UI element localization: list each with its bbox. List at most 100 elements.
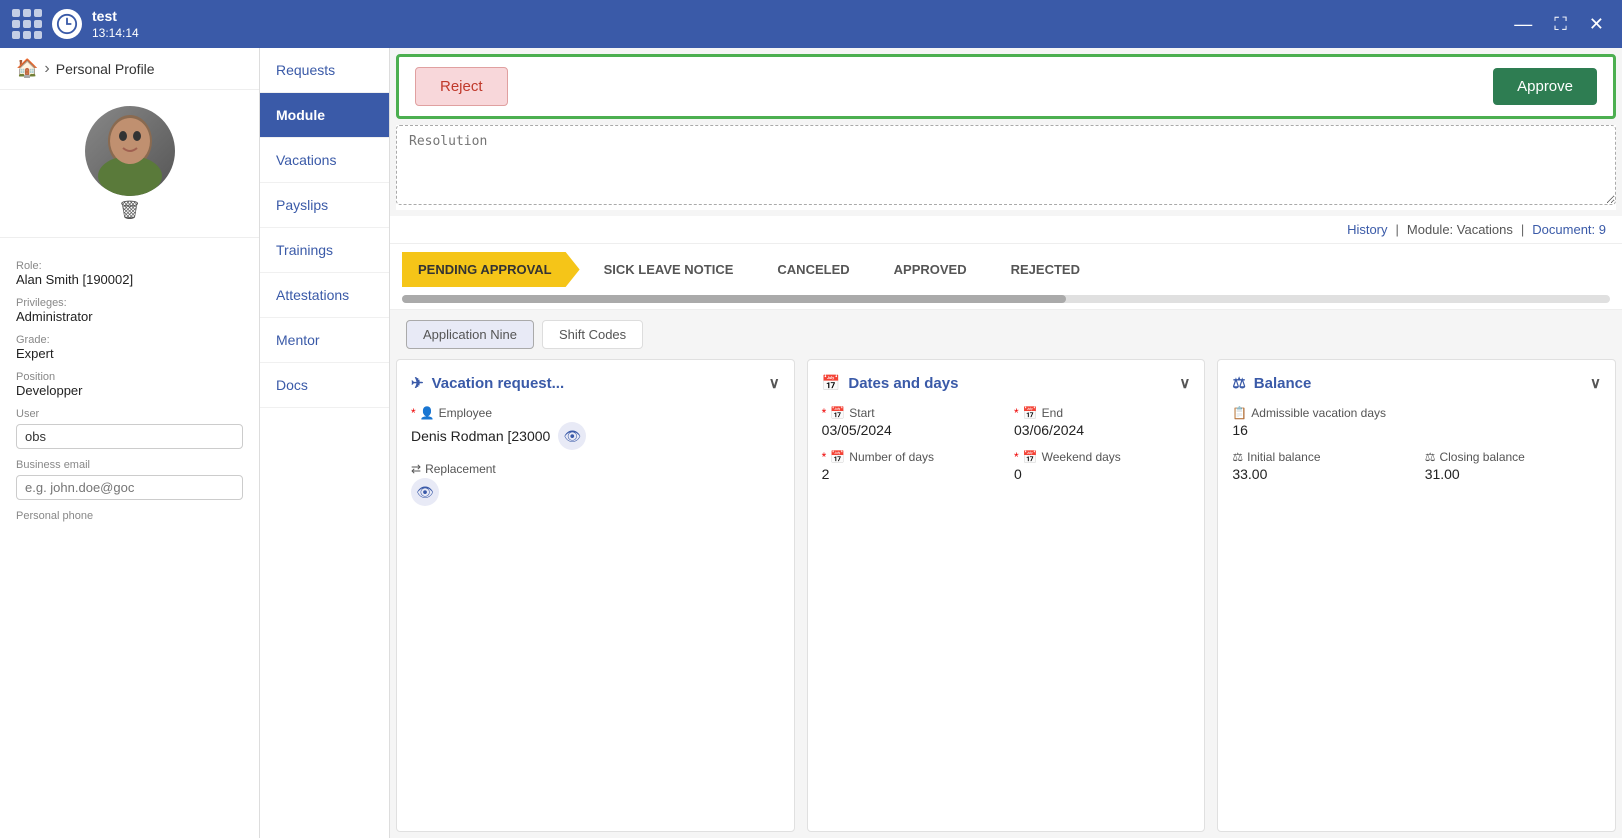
resolution-textarea[interactable]	[396, 125, 1616, 205]
phone-label: Personal phone	[16, 510, 243, 522]
position-value: Developper	[16, 383, 243, 398]
weekend-days-label: * 📅 Weekend days	[1014, 450, 1190, 464]
history-bar: History | Module: Vacations | Document: …	[390, 216, 1622, 244]
email-input[interactable]	[16, 475, 243, 500]
grid-icon	[12, 9, 42, 39]
admissible-value: 16	[1232, 422, 1601, 438]
closing-balance-field: ⚖ Closing balance 31.00	[1425, 450, 1601, 482]
breadcrumb-text: Personal Profile	[56, 61, 155, 77]
separator-1: |	[1396, 222, 1399, 237]
start-required: *	[822, 406, 827, 420]
tab-shift-codes[interactable]: Shift Codes	[542, 320, 643, 349]
num-days-value: 2	[822, 466, 998, 482]
app-title-block: test 13:14:14	[92, 8, 139, 40]
vacation-request-card: ✈ Vacation request... ∨ * 👤 Employee Den…	[396, 359, 795, 832]
action-bar: Reject Approve	[396, 54, 1616, 119]
start-value: 03/05/2024	[822, 422, 998, 438]
user-label: User	[16, 408, 243, 420]
balance-title-text: Balance	[1254, 375, 1312, 392]
weekend-days-value: 0	[1014, 466, 1190, 482]
position-label: Position	[16, 371, 243, 383]
initial-balance-value: 33.00	[1232, 466, 1408, 482]
dates-row: * 📅 Start 03/05/2024 * 📅 End	[822, 406, 1191, 450]
tab-application-nine[interactable]: Application Nine	[406, 320, 534, 349]
dates-title: 📅 Dates and days ∨	[822, 374, 1191, 392]
closing-balance-label: ⚖ Closing balance	[1425, 450, 1601, 464]
reject-button[interactable]: Reject	[415, 67, 508, 106]
nav-item-attestations[interactable]: Attestations	[260, 273, 389, 318]
app-name: test	[92, 8, 139, 24]
replacement-value: 👁	[411, 478, 780, 506]
resolution-section	[396, 125, 1616, 210]
workflow-step-rejected[interactable]: REJECTED	[991, 252, 1100, 287]
weekend-days-field: * 📅 Weekend days 0	[1014, 450, 1190, 482]
role-label: Role:	[16, 260, 243, 272]
replacement-view-button[interactable]: 👁	[411, 478, 439, 506]
nav-item-module[interactable]: Module	[260, 93, 389, 138]
workflow-step-canceled[interactable]: CANCELED	[757, 252, 869, 287]
start-cal-icon: 📅	[830, 406, 845, 420]
app-logo	[52, 9, 82, 39]
weekend-days-required: *	[1014, 450, 1019, 464]
nav-item-docs[interactable]: Docs	[260, 363, 389, 408]
profile-section: 🗑	[0, 90, 259, 238]
admissible-icon: 📋	[1232, 406, 1247, 420]
dates-chevron-icon[interactable]: ∨	[1179, 374, 1190, 392]
employee-view-button[interactable]: 👁	[558, 422, 586, 450]
initial-balance-field: ⚖ Initial balance 33.00	[1232, 450, 1408, 482]
workflow-step-approved[interactable]: APPROVED	[874, 252, 987, 287]
home-icon[interactable]: 🏠	[16, 58, 38, 79]
profile-fields: Role: Alan Smith [190002] Privileges: Ad…	[0, 238, 259, 534]
maximize-button[interactable]: ⛶	[1548, 12, 1573, 37]
initial-balance-icon: ⚖	[1232, 450, 1243, 464]
breadcrumb: 🏠 › Personal Profile	[0, 48, 259, 90]
workflow-scrollbar[interactable]	[402, 295, 1610, 303]
replacement-icon: ⇄	[411, 462, 421, 476]
nav-item-mentor[interactable]: Mentor	[260, 318, 389, 363]
workflow-step-sick[interactable]: SICK LEAVE NOTICE	[584, 252, 754, 287]
employee-value: Denis Rodman [23000 👁	[411, 422, 780, 450]
balance-row: ⚖ Initial balance 33.00 ⚖ Closing balanc…	[1232, 450, 1601, 494]
workflow-bar: PENDING APPROVAL SICK LEAVE NOTICE CANCE…	[390, 244, 1622, 295]
grade-label: Grade:	[16, 334, 243, 346]
cards-row: ✈ Vacation request... ∨ * 👤 Employee Den…	[390, 359, 1622, 838]
app-time: 13:14:14	[92, 26, 139, 40]
num-days-required: *	[822, 450, 827, 464]
nav-item-requests[interactable]: Requests	[260, 48, 389, 93]
start-field: * 📅 Start 03/05/2024	[822, 406, 998, 438]
workflow-scrollbar-thumb	[402, 295, 1066, 303]
grade-value: Expert	[16, 346, 243, 361]
closing-balance-value: 31.00	[1425, 466, 1601, 482]
avatar	[85, 106, 175, 196]
sidebar: 🏠 › Personal Profile 🗑	[0, 48, 260, 838]
replacement-field: ⇄ Replacement 👁	[411, 462, 780, 506]
balance-title: ⚖ Balance ∨	[1232, 374, 1601, 392]
module-label: Module: Vacations	[1407, 222, 1513, 237]
nav-item-vacations[interactable]: Vacations	[260, 138, 389, 183]
email-label: Business email	[16, 459, 243, 471]
replacement-label: ⇄ Replacement	[411, 462, 780, 476]
nav-item-payslips[interactable]: Payslips	[260, 183, 389, 228]
end-label: * 📅 End	[1014, 406, 1190, 420]
balance-chevron-icon[interactable]: ∨	[1590, 374, 1601, 392]
balance-icon: ⚖	[1232, 374, 1245, 392]
employee-label: * 👤 Employee	[411, 406, 780, 420]
dates-icon: 📅	[822, 374, 841, 392]
minimize-button[interactable]: —	[1508, 12, 1538, 37]
dates-title-text: Dates and days	[848, 375, 958, 392]
vacation-chevron-icon[interactable]: ∨	[769, 374, 780, 392]
employee-icon: 👤	[420, 406, 435, 420]
approve-button[interactable]: Approve	[1493, 68, 1597, 105]
document-link[interactable]: Document: 9	[1532, 222, 1606, 237]
balance-card: ⚖ Balance ∨ 📋 Admissible vacation days 1…	[1217, 359, 1616, 832]
workflow-step-pending[interactable]: PENDING APPROVAL	[402, 252, 580, 287]
admissible-field: 📋 Admissible vacation days 16	[1232, 406, 1601, 438]
avatar-delete-icon[interactable]: 🗑	[118, 200, 141, 221]
left-nav: Requests Module Vacations Payslips Train…	[260, 48, 390, 838]
nav-item-trainings[interactable]: Trainings	[260, 228, 389, 273]
history-link[interactable]: History	[1347, 222, 1387, 237]
start-label: * 📅 Start	[822, 406, 998, 420]
end-value: 03/06/2024	[1014, 422, 1190, 438]
user-input[interactable]	[16, 424, 243, 449]
close-button[interactable]: ✕	[1583, 12, 1610, 37]
